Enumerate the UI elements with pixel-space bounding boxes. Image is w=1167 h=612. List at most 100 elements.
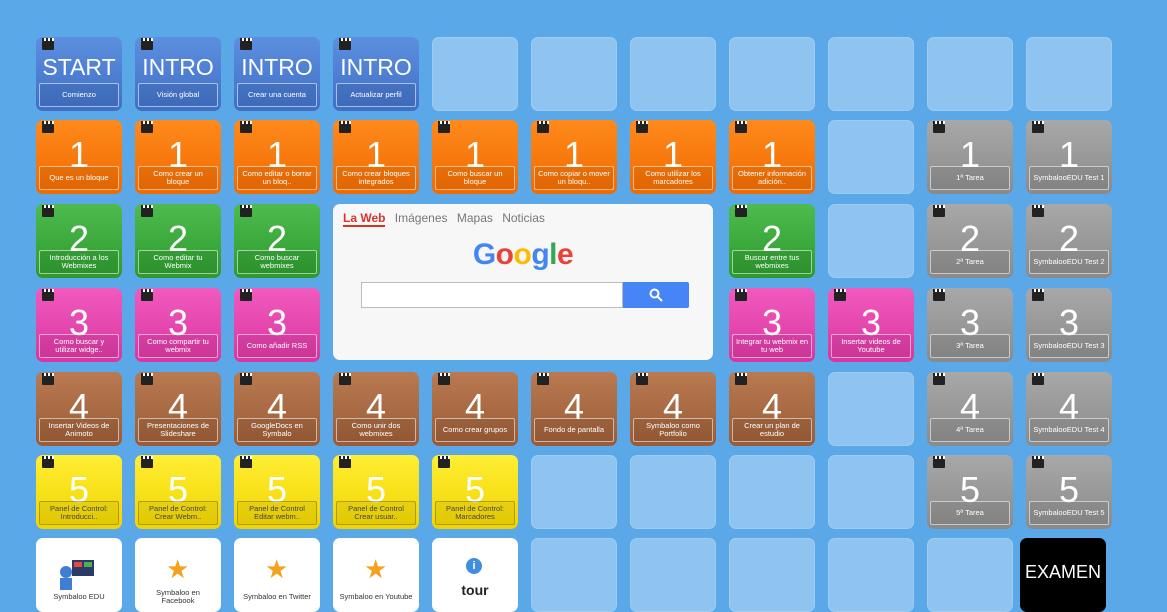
empty-tile[interactable] (828, 204, 914, 278)
empty-tile[interactable] (828, 538, 914, 612)
clapperboard-icon (141, 456, 153, 468)
empty-tile[interactable] (729, 455, 815, 529)
tile-symbaloo-edu[interactable]: Symbaloo EDU (36, 538, 122, 612)
tile-1-que-es-bloque[interactable]: 1 Que es un bloque (36, 120, 122, 194)
tour-label: tour (461, 582, 489, 598)
search-input[interactable] (361, 282, 623, 308)
empty-tile[interactable] (828, 120, 914, 194)
tab-imagenes[interactable]: Imágenes (395, 211, 448, 225)
info-icon: i (466, 558, 482, 574)
empty-tile[interactable] (828, 37, 914, 111)
empty-tile[interactable] (828, 372, 914, 446)
clapperboard-icon (42, 289, 54, 301)
search-button[interactable] (623, 282, 689, 308)
empty-tile[interactable] (432, 37, 518, 111)
clapperboard-icon (42, 121, 54, 133)
tile-2-editar-webmix[interactable]: 2 Como editar tu Webmix (135, 204, 221, 278)
tile-4-plan-estudio[interactable]: 4 Crear un plan de estudio (729, 372, 815, 446)
tile-tarea-2[interactable]: 2 2ª Tarea (927, 204, 1013, 278)
top-bar (0, 0, 1167, 14)
tile-4-crear-grupos[interactable]: 4 Como crear grupos (432, 372, 518, 446)
tile-2-buscar-entre-webmixes[interactable]: 2 Buscar entre tus webmixes (729, 204, 815, 278)
tile-caption: Panel de Control: Marcadores (435, 501, 515, 525)
tile-3-compartir-webmix[interactable]: 3 Como compartir tu webmix (135, 288, 221, 362)
tile-3-videos-youtube[interactable]: 3 Insertar videos de Youtube (828, 288, 914, 362)
empty-tile[interactable] (828, 455, 914, 529)
tile-test-5[interactable]: 5 SymbalooEDU Test 5 (1026, 455, 1112, 529)
tile-start[interactable]: START Comienzo (36, 37, 122, 111)
tile-title: INTRO (142, 54, 214, 80)
tile-caption: Fondo de pantalla (534, 418, 614, 442)
tile-tour[interactable]: i tour (432, 538, 518, 612)
clapperboard-icon (438, 373, 450, 385)
clapperboard-icon (42, 38, 54, 50)
tile-tarea-4[interactable]: 4 4ª Tarea (927, 372, 1013, 446)
tile-caption: Como editar tu Webmix (138, 250, 218, 274)
tile-symbaloo-youtube[interactable]: ★ Symbaloo en Youtube (333, 538, 419, 612)
tile-caption: 2ª Tarea (930, 250, 1010, 274)
tile-test-4[interactable]: 4 SymbalooEDU Test 4 (1026, 372, 1112, 446)
tile-symbaloo-twitter[interactable]: ★ Symbaloo en Twitter (234, 538, 320, 612)
clapperboard-icon (42, 456, 54, 468)
tile-1-bloques-integrados[interactable]: 1 Como crear bloques integrados (333, 120, 419, 194)
empty-tile[interactable] (729, 37, 815, 111)
tile-caption: Symbaloo como Portfolio (633, 418, 713, 442)
tab-la-web[interactable]: La Web (343, 211, 386, 227)
tile-tarea-1[interactable]: 1 1ª Tarea (927, 120, 1013, 194)
tile-5-panel-crear-usuario[interactable]: 5 Panel de Control Crear usuar.. (333, 455, 419, 529)
tile-4-fondo-pantalla[interactable]: 4 Fondo de pantalla (531, 372, 617, 446)
tile-5-panel-crear-webmix[interactable]: 5 Panel de Control: Crear Webm.. (135, 455, 221, 529)
clapperboard-icon (636, 121, 648, 133)
empty-tile[interactable] (630, 37, 716, 111)
tile-caption: Crear una cuenta (237, 83, 317, 107)
tile-intro-3[interactable]: INTRO Actualizar perfil (333, 37, 419, 111)
tile-intro-2[interactable]: INTRO Crear una cuenta (234, 37, 320, 111)
empty-tile[interactable] (630, 538, 716, 612)
tile-5-panel-marcadores[interactable]: 5 Panel de Control: Marcadores (432, 455, 518, 529)
tile-tarea-3[interactable]: 3 3ª Tarea (927, 288, 1013, 362)
empty-tile[interactable] (927, 37, 1013, 111)
tile-3-integrar-webmix[interactable]: 3 Integrar tu webmix en tu web (729, 288, 815, 362)
clapperboard-icon (1032, 121, 1044, 133)
tile-4-portfolio[interactable]: 4 Symbaloo como Portfolio (630, 372, 716, 446)
tile-caption: Panel de Control Crear usuar.. (336, 501, 416, 525)
tab-mapas[interactable]: Mapas (457, 211, 493, 225)
clapperboard-icon (933, 121, 945, 133)
clapperboard-icon (1032, 373, 1044, 385)
tile-tarea-5[interactable]: 5 5ª Tarea (927, 455, 1013, 529)
tile-5-panel-editar-webmix[interactable]: 5 Panel de Control Editar webm.. (234, 455, 320, 529)
empty-tile[interactable] (630, 455, 716, 529)
tile-1-crear-bloque[interactable]: 1 Como crear un bloque (135, 120, 221, 194)
empty-tile[interactable] (1026, 37, 1112, 111)
tile-4-googledocs[interactable]: 4 GoogleDocs en Symbalo (234, 372, 320, 446)
tile-1-informacion[interactable]: 1 Obtener información adición.. (729, 120, 815, 194)
tile-4-slideshare[interactable]: 4 Presentaciones de Slideshare (135, 372, 221, 446)
tile-caption: Crear un plan de estudio (732, 418, 812, 442)
tile-1-marcadores[interactable]: 1 Como utilizar los marcadores (630, 120, 716, 194)
clapperboard-icon (240, 456, 252, 468)
empty-tile[interactable] (531, 455, 617, 529)
tile-1-copiar-bloque[interactable]: 1 Como copiar o mover un bloqu.. (531, 120, 617, 194)
tile-intro-1[interactable]: INTRO Visión global (135, 37, 221, 111)
tile-1-editar-bloque[interactable]: 1 Como editar o borrar un bloq.. (234, 120, 320, 194)
tile-test-2[interactable]: 2 SymbalooEDU Test 2 (1026, 204, 1112, 278)
tab-noticias[interactable]: Noticias (502, 211, 545, 225)
tile-test-1[interactable]: 1 SymbalooEDU Test 1 (1026, 120, 1112, 194)
tile-2-buscar-webmixes[interactable]: 2 Como buscar webmixes (234, 204, 320, 278)
empty-tile[interactable] (729, 538, 815, 612)
tile-4-animoto[interactable]: 4 Insertar Videos de Animoto (36, 372, 122, 446)
empty-tile[interactable] (531, 538, 617, 612)
tile-symbaloo-facebook[interactable]: ★ Symbaloo en Facebook (135, 538, 221, 612)
clapperboard-icon (735, 289, 747, 301)
clapperboard-icon (240, 373, 252, 385)
tile-2-intro-webmixes[interactable]: 2 Introducción a los Webmixes (36, 204, 122, 278)
tile-3-anadir-rss[interactable]: 3 Como añadir RSS (234, 288, 320, 362)
tile-examen[interactable]: EXAMEN (1020, 538, 1106, 612)
tile-3-widgets[interactable]: 3 Como buscar y utilizar widge.. (36, 288, 122, 362)
tile-4-unir-webmixes[interactable]: 4 Como unir dos webmixes (333, 372, 419, 446)
empty-tile[interactable] (927, 538, 1013, 612)
empty-tile[interactable] (531, 37, 617, 111)
tile-test-3[interactable]: 3 SymbalooEDU Test 3 (1026, 288, 1112, 362)
tile-1-buscar-bloque[interactable]: 1 Como buscar un bloque (432, 120, 518, 194)
tile-5-panel-introduccion[interactable]: 5 Panel de Control: Introducci.. (36, 455, 122, 529)
